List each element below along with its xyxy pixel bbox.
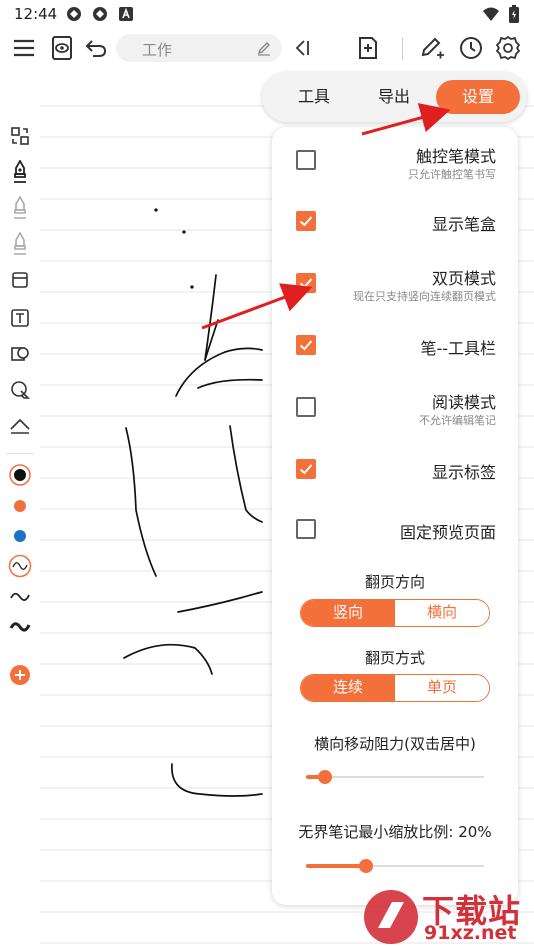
watermark: 下载站 91xz.net (360, 884, 534, 950)
arrow-to-dual-page (201, 283, 313, 330)
watermark-logo (364, 890, 418, 944)
watermark-text-url: 91xz.net (424, 922, 517, 944)
annotation-arrows (201, 103, 451, 330)
arrow-to-settings-tab (361, 103, 451, 136)
